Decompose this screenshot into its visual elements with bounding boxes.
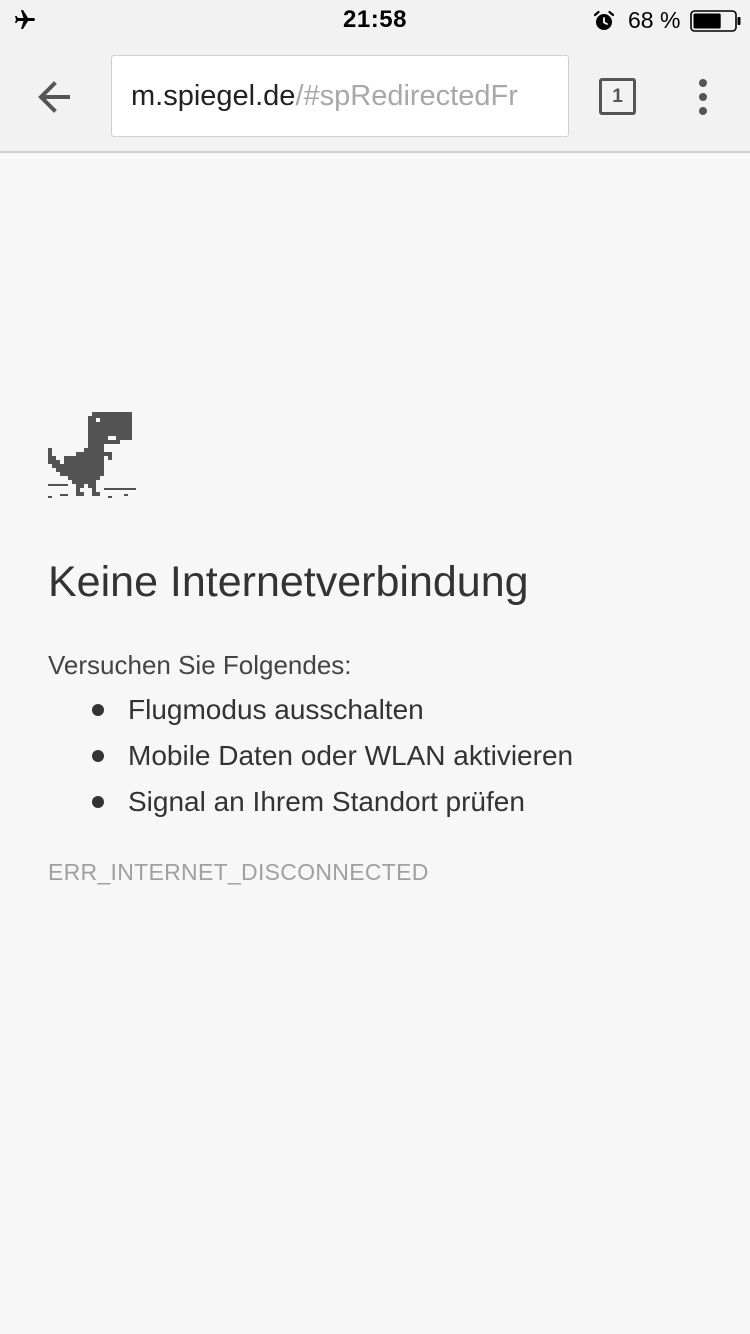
bullet-icon — [92, 796, 104, 808]
offline-dinosaur-icon — [48, 412, 136, 498]
list-item: Flugmodus ausschalten — [48, 692, 573, 738]
tab-switcher-icon[interactable]: 1 — [599, 78, 636, 115]
bullet-icon — [92, 704, 104, 716]
error-headline: Keine Internetverbindung — [48, 558, 529, 606]
list-item: Signal an Ihrem Standort prüfen — [48, 784, 573, 830]
battery-icon — [690, 10, 741, 32]
url-host: m.spiegel.de — [131, 80, 296, 112]
url-fade — [540, 56, 568, 136]
browser-toolbar: m.spiegel.de/#spRedirectedFr 1 — [0, 40, 750, 153]
battery-percentage: 68 % — [628, 7, 681, 33]
back-arrow-icon[interactable] — [30, 74, 80, 120]
suggestion-text: Flugmodus ausschalten — [128, 694, 424, 725]
suggestions-intro: Versuchen Sie Folgendes: — [48, 650, 352, 680]
address-bar[interactable]: m.spiegel.de/#spRedirectedFr — [111, 55, 569, 137]
status-bar: 21:58 68 % — [0, 0, 750, 40]
suggestions-list: Flugmodus ausschalten Mobile Daten oder … — [48, 692, 573, 830]
url-text: m.spiegel.de/#spRedirectedFr — [131, 79, 518, 113]
bullet-icon — [92, 750, 104, 762]
suggestion-text: Signal an Ihrem Standort prüfen — [128, 786, 525, 817]
overflow-menu-icon[interactable] — [690, 74, 716, 120]
error-code: ERR_INTERNET_DISCONNECTED — [48, 859, 429, 885]
suggestion-text: Mobile Daten oder WLAN aktivieren — [128, 740, 574, 771]
alarm-icon — [593, 10, 615, 30]
url-path: /#spRedirectedFr — [295, 80, 518, 112]
list-item: Mobile Daten oder WLAN aktivieren — [48, 738, 573, 784]
